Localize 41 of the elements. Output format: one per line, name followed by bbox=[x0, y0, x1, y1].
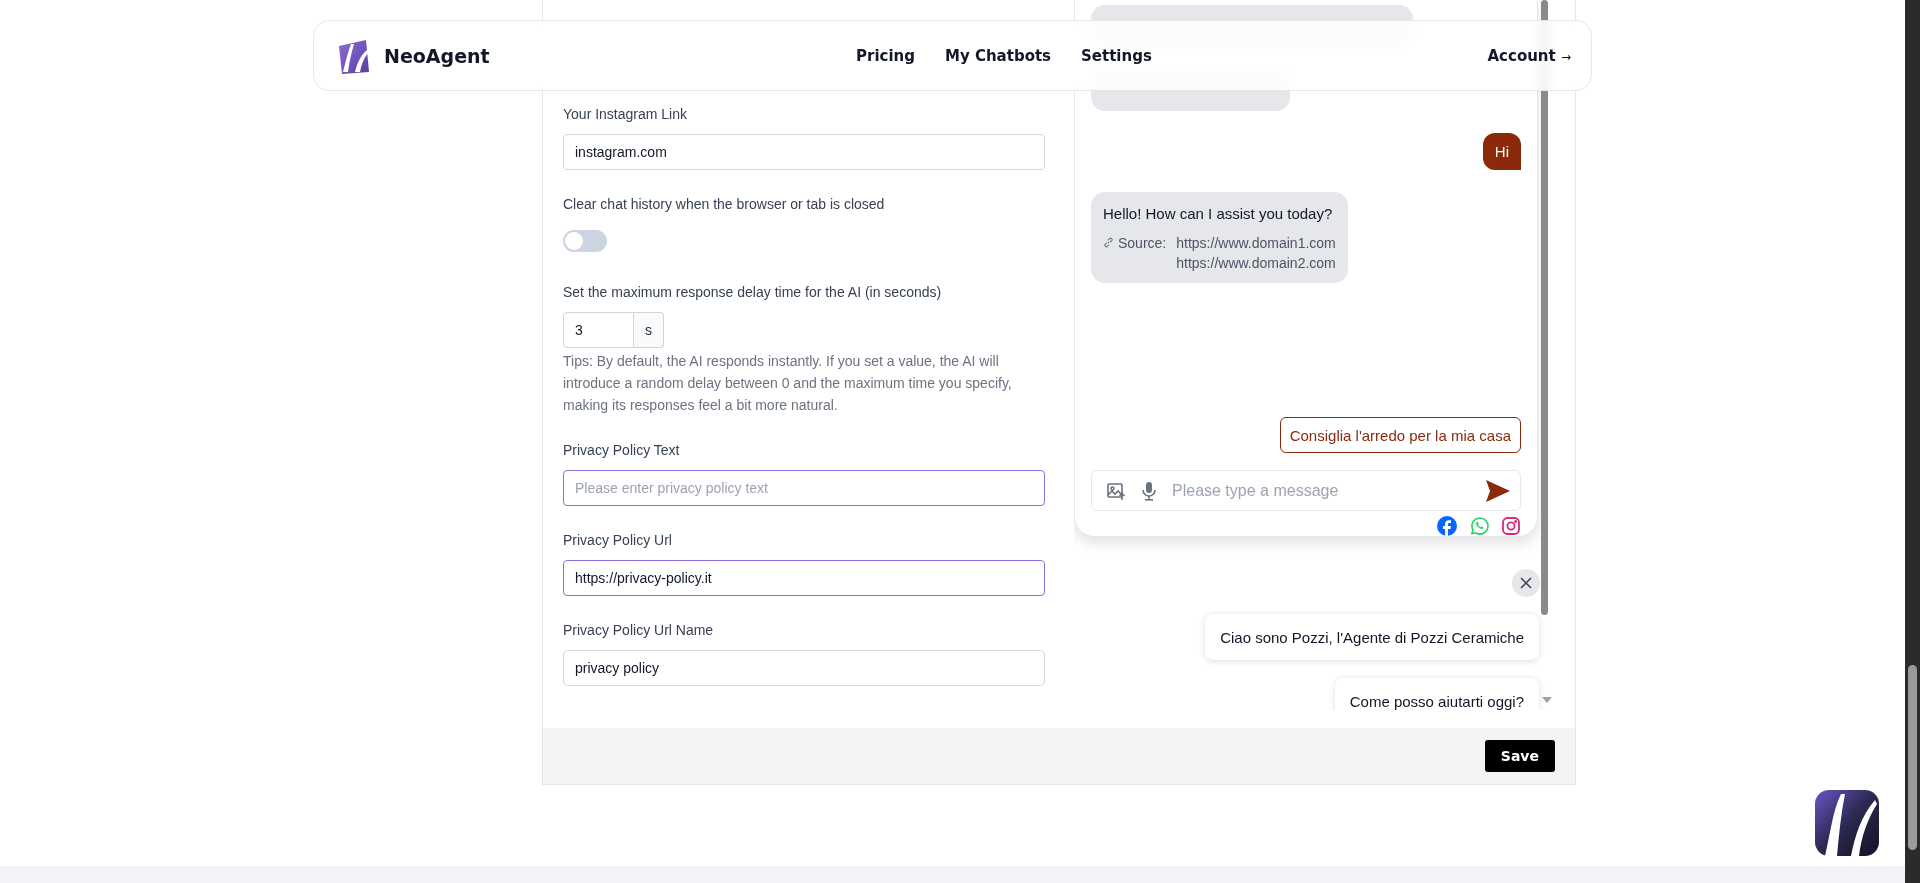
scroll-down-icon[interactable] bbox=[1542, 697, 1552, 703]
save-button[interactable]: Save bbox=[1484, 740, 1555, 772]
tip-text: Tips: By default, the AI responds instantly. If you set a value, the AI will introduce a random delay between 0 and the maximum time you specify, making its responses feel a bit more natural. bbox=[563, 352, 1013, 415]
microphone-icon[interactable] bbox=[1140, 480, 1158, 501]
input-placeholder: Please type a message bbox=[1172, 481, 1340, 500]
account-link[interactable]: Account → bbox=[1487, 46, 1571, 65]
greeting-bubble: Come posso aiutarti oggi? bbox=[1334, 678, 1539, 710]
greeting-bubble: Ciao sono Pozzi, l'Agente di Pozzi Ceramiche bbox=[1205, 614, 1539, 660]
brand-name[interactable]: NeoAgent bbox=[384, 44, 490, 67]
suggestion-chip[interactable]: Consiglia l'arredo per la mia casa bbox=[1279, 417, 1521, 453]
facebook-icon[interactable] bbox=[1437, 516, 1457, 536]
nav-link[interactable]: My Chatbots bbox=[945, 46, 1052, 65]
brand-logo[interactable] bbox=[336, 37, 370, 74]
nav-link[interactable]: Settings bbox=[1081, 46, 1152, 65]
nav-link[interactable]: Pricing bbox=[856, 46, 915, 65]
field-label: Your Instagram Link bbox=[563, 105, 688, 124]
user-message: Hi bbox=[1482, 133, 1521, 170]
field-label: Set the maximum response delay time for the AI (in seconds) bbox=[563, 283, 943, 302]
chat-launcher-logo[interactable] bbox=[1815, 790, 1879, 856]
field-label: Privacy Policy Url bbox=[563, 531, 673, 550]
text-input[interactable]: https://privacy-policy.it bbox=[563, 560, 1045, 596]
text-input[interactable]: privacy policy bbox=[563, 650, 1045, 686]
source-link[interactable]: https://www.domain2.com bbox=[1176, 253, 1336, 273]
close-button[interactable] bbox=[1512, 569, 1540, 597]
image-upload-icon[interactable] bbox=[1106, 480, 1126, 501]
field-label: Privacy Policy Text bbox=[563, 441, 681, 460]
text-input[interactable]: Please enter privacy policy text bbox=[563, 470, 1045, 506]
link-icon bbox=[1103, 237, 1114, 248]
toggle-switch[interactable] bbox=[563, 230, 607, 252]
field-label: Clear chat history when the browser or tab is closed bbox=[563, 195, 886, 214]
unit-addon: s bbox=[634, 312, 664, 348]
field-label: Privacy Policy Url Name bbox=[563, 621, 715, 640]
scrollbar[interactable] bbox=[1905, 0, 1920, 883]
source-link[interactable]: https://www.domain1.com bbox=[1176, 233, 1336, 253]
source-label: Source: bbox=[1118, 234, 1167, 253]
text-input[interactable]: instagram.com bbox=[563, 134, 1045, 170]
instagram-icon[interactable] bbox=[1501, 516, 1521, 536]
number-input[interactable]: 3 bbox=[563, 312, 634, 348]
close-icon bbox=[1520, 577, 1532, 589]
send-icon[interactable] bbox=[1486, 479, 1510, 502]
message-text: Hello! How can I assist you today? bbox=[1103, 204, 1334, 224]
